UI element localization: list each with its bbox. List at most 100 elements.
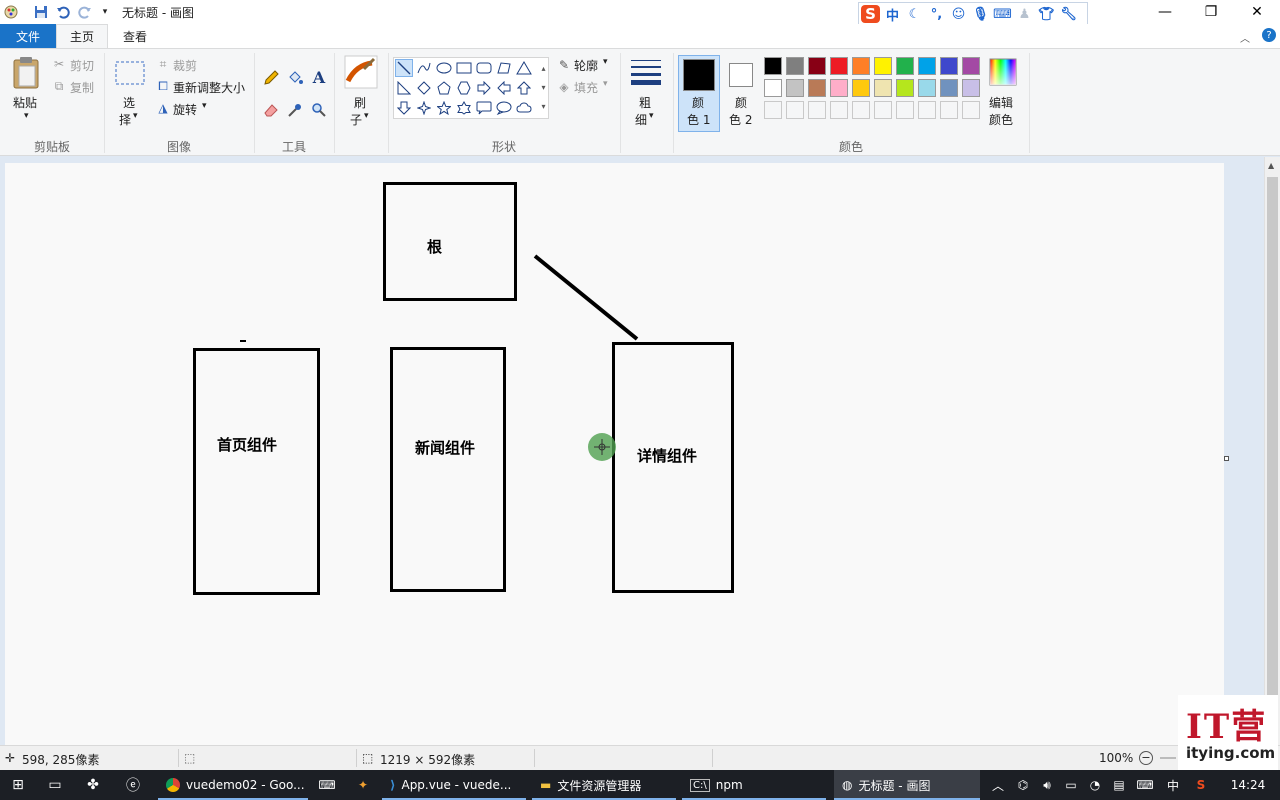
- edit-colors-line2[interactable]: 颜色: [989, 111, 1013, 128]
- taskbar-item-vscode[interactable]: ⟩ App.vue - vuede...: [382, 770, 526, 800]
- palette-swatch[interactable]: [940, 57, 958, 75]
- rotate-button[interactable]: 旋转: [173, 101, 197, 118]
- hexagon-shape-icon[interactable]: [455, 79, 473, 97]
- collapse-ribbon-icon[interactable]: ︿: [1240, 30, 1250, 45]
- size-button-line2[interactable]: 细: [635, 111, 647, 128]
- copy-button[interactable]: 复制: [70, 79, 94, 96]
- cut-button[interactable]: 剪切: [70, 57, 94, 74]
- four-point-star-shape-icon[interactable]: [415, 99, 433, 117]
- palette-swatch-empty[interactable]: [962, 101, 980, 119]
- volume-icon[interactable]: 🔊︎: [1036, 770, 1058, 800]
- browser-e-icon[interactable]: ⓔ: [118, 770, 148, 800]
- palette-swatch-empty[interactable]: [764, 101, 782, 119]
- taskbar-app-icon-1[interactable]: ⌨: [312, 770, 342, 800]
- palette-swatch-empty[interactable]: [940, 101, 958, 119]
- palette-swatch[interactable]: [962, 57, 980, 75]
- taskbar-item-chrome[interactable]: vuedemo02 - Goo...: [158, 770, 308, 800]
- fill-icon[interactable]: ◈: [556, 79, 572, 95]
- clock-time[interactable]: 14:24: [1222, 770, 1274, 800]
- crop-button[interactable]: 裁剪: [173, 57, 197, 74]
- palette-swatch[interactable]: [896, 79, 914, 97]
- triangle-shape-icon[interactable]: [515, 59, 533, 77]
- polygon-shape-icon[interactable]: [495, 59, 513, 77]
- rounded-callout-shape-icon[interactable]: [475, 99, 493, 117]
- edit-colors-line1[interactable]: 编辑: [989, 94, 1013, 111]
- palette-swatch[interactable]: [874, 79, 892, 97]
- oval-shape-icon[interactable]: [435, 59, 453, 77]
- copy-icon[interactable]: ⧉: [52, 79, 66, 93]
- redo-icon[interactable]: [76, 3, 94, 21]
- tab-home[interactable]: 主页: [56, 24, 108, 48]
- windows-start-icon[interactable]: ⊞: [0, 770, 36, 800]
- taskbar-item-paint[interactable]: ◍ 无标题 - 画图: [834, 770, 980, 800]
- palette-swatch-empty[interactable]: [918, 101, 936, 119]
- help-icon[interactable]: ?: [1262, 28, 1276, 42]
- palette-swatch[interactable]: [940, 79, 958, 97]
- paste-dropdown-icon[interactable]: ▾: [24, 111, 29, 121]
- smiley-icon[interactable]: ☺: [949, 5, 968, 23]
- ime-language[interactable]: 中: [883, 5, 902, 24]
- brush-icon[interactable]: [344, 55, 378, 89]
- palette-swatch[interactable]: [918, 57, 936, 75]
- palette-swatch[interactable]: [830, 57, 848, 75]
- rotate-dropdown-icon[interactable]: ▾: [202, 101, 207, 111]
- outline-dropdown-icon[interactable]: ▾: [603, 57, 608, 67]
- color2-swatch[interactable]: [729, 63, 753, 87]
- taskbar-item-npm[interactable]: C:\ npm: [682, 770, 826, 800]
- palette-swatch[interactable]: [764, 79, 782, 97]
- save-icon[interactable]: [32, 3, 50, 21]
- sogou-tray-icon[interactable]: S: [1190, 770, 1212, 800]
- taskbar-app-icon-2[interactable]: ✦: [348, 770, 378, 800]
- wrench-icon[interactable]: 🔧︎: [1059, 5, 1078, 23]
- show-hidden-icons-icon[interactable]: ︿: [988, 770, 1008, 800]
- fill-button[interactable]: 填充: [574, 79, 598, 96]
- minimize-button[interactable]: —: [1142, 0, 1188, 24]
- line-shape-icon[interactable]: [395, 59, 413, 77]
- curve-shape-icon[interactable]: [415, 59, 433, 77]
- task-view-icon[interactable]: ▭: [40, 770, 70, 800]
- text-tool-icon[interactable]: A: [310, 68, 328, 87]
- palette-swatch[interactable]: [830, 79, 848, 97]
- fill-dropdown-icon[interactable]: ▾: [603, 79, 608, 89]
- scrollbar-thumb[interactable]: [1267, 177, 1278, 697]
- edit-colors-icon[interactable]: [988, 57, 1018, 87]
- ime-tray-label[interactable]: 中: [1162, 770, 1184, 800]
- crop-icon[interactable]: ⌗: [156, 57, 170, 71]
- moon-icon[interactable]: ☾: [905, 5, 924, 23]
- punctuation-icon[interactable]: °,: [927, 5, 946, 23]
- vertical-scrollbar[interactable]: ▲: [1264, 157, 1280, 745]
- rounded-rectangle-shape-icon[interactable]: [475, 59, 493, 77]
- line-size-icon[interactable]: [629, 57, 663, 87]
- fill-bucket-icon[interactable]: [286, 69, 304, 87]
- pencil-icon[interactable]: [262, 69, 280, 87]
- keyboard-icon[interactable]: ⌨: [993, 5, 1012, 23]
- palette-swatch[interactable]: [808, 79, 826, 97]
- rectangle-shape-icon[interactable]: [455, 59, 473, 77]
- network-icon[interactable]: ⌬: [1012, 770, 1034, 800]
- resize-button[interactable]: 重新调整大小: [173, 79, 245, 96]
- message-icon[interactable]: ▤: [1108, 770, 1130, 800]
- shirt-icon[interactable]: 👕︎: [1037, 5, 1056, 23]
- wifi-icon[interactable]: ◔: [1084, 770, 1106, 800]
- paste-button[interactable]: 粘贴: [13, 94, 37, 111]
- palette-swatch[interactable]: [808, 57, 826, 75]
- palette-swatch[interactable]: [962, 79, 980, 97]
- scroll-up-icon[interactable]: ▲: [1268, 161, 1274, 170]
- size-dropdown-icon[interactable]: ▾: [649, 111, 654, 121]
- down-arrow-shape-icon[interactable]: [395, 99, 413, 117]
- left-arrow-shape-icon[interactable]: [495, 79, 513, 97]
- palette-swatch[interactable]: [786, 79, 804, 97]
- size-button-line1[interactable]: 粗: [639, 94, 651, 111]
- palette-swatch-empty[interactable]: [852, 101, 870, 119]
- tab-file[interactable]: 文件: [0, 24, 56, 48]
- user-icon[interactable]: ♟: [1015, 5, 1034, 23]
- battery-icon[interactable]: ▭: [1060, 770, 1082, 800]
- color-picker-icon[interactable]: [286, 101, 304, 119]
- palette-swatch[interactable]: [852, 57, 870, 75]
- palette-swatch[interactable]: [918, 79, 936, 97]
- right-arrow-shape-icon[interactable]: [475, 79, 493, 97]
- cloud-callout-shape-icon[interactable]: [515, 99, 533, 117]
- color2-label-line1[interactable]: 颜: [735, 94, 747, 111]
- oval-callout-shape-icon[interactable]: [495, 99, 513, 117]
- five-point-star-shape-icon[interactable]: [435, 99, 453, 117]
